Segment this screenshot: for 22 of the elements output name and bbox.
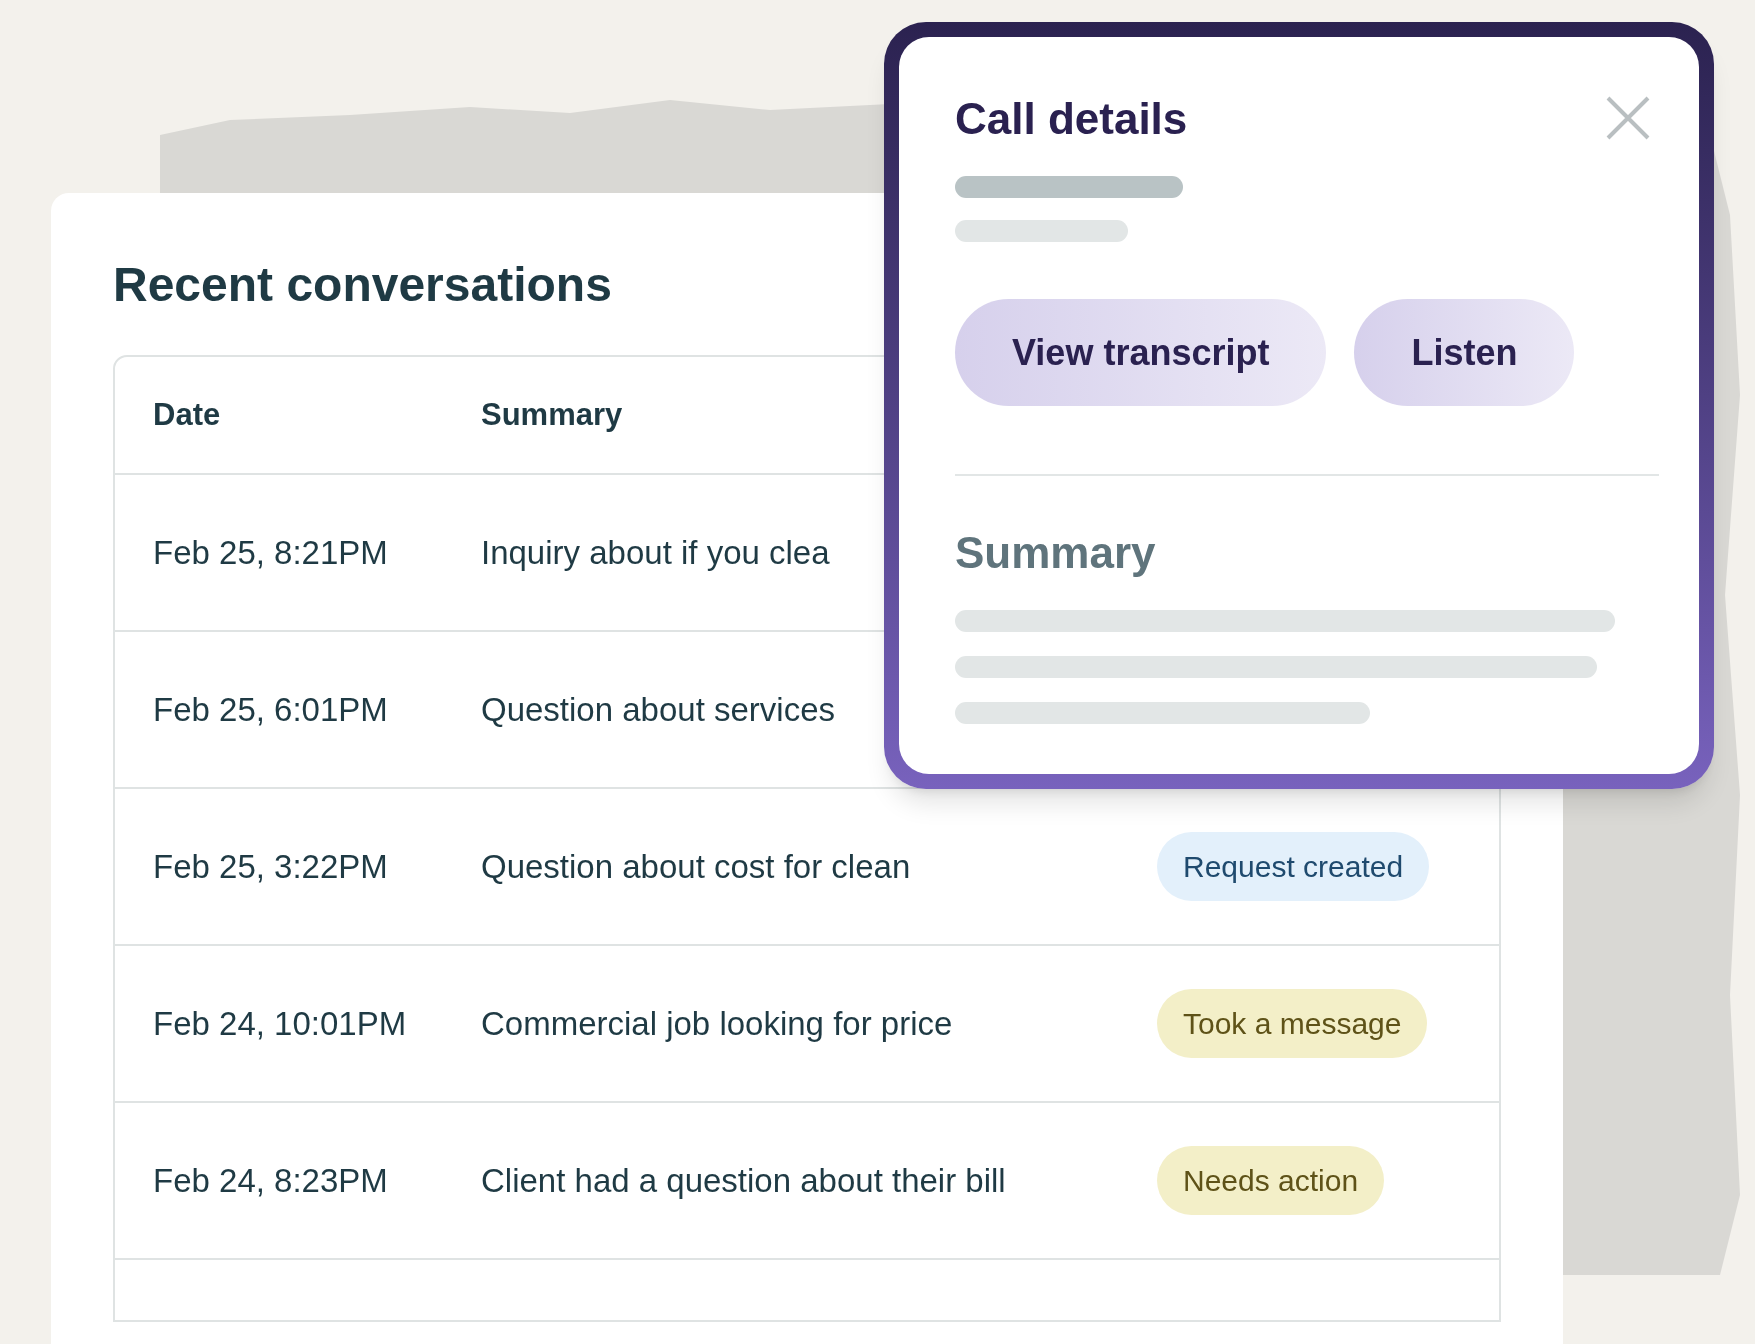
summary-cell: Question about cost for clean bbox=[481, 847, 911, 885]
action-button[interactable]: View transcript bbox=[955, 299, 1327, 406]
date-cell-text: Feb 25, 3:22PM bbox=[153, 846, 389, 887]
column-header: Date bbox=[153, 395, 222, 434]
date-cell-text: Feb 25, 6:01PM bbox=[153, 689, 389, 730]
summary-heading: Summary bbox=[955, 531, 1157, 575]
close-button[interactable] bbox=[1605, 95, 1651, 141]
date-cell-text: Feb 24, 8:23PM bbox=[153, 1160, 389, 1201]
status-badge: Took a message bbox=[1157, 989, 1428, 1058]
summary-cell: Question about services bbox=[481, 690, 836, 728]
close-icon bbox=[1605, 95, 1651, 141]
status-badge: Needs action bbox=[1157, 1146, 1385, 1215]
card-title: Recent conversations bbox=[113, 261, 613, 309]
summary-cell: Inquiry about if you clea bbox=[481, 533, 830, 571]
popup-title: Call details bbox=[955, 97, 1188, 141]
date-cell-text: Feb 24, 10:01PM bbox=[153, 1003, 408, 1044]
summary-cell: Client had a question about their bill bbox=[481, 1161, 1006, 1199]
date-cell-text: Feb 25, 8:21PM bbox=[153, 532, 389, 573]
summary-cell: Commercial job looking for price bbox=[481, 1004, 953, 1042]
action-button[interactable]: Listen bbox=[1354, 299, 1575, 406]
status-badge: Request created bbox=[1157, 832, 1430, 901]
column-header: Summary bbox=[481, 395, 623, 434]
